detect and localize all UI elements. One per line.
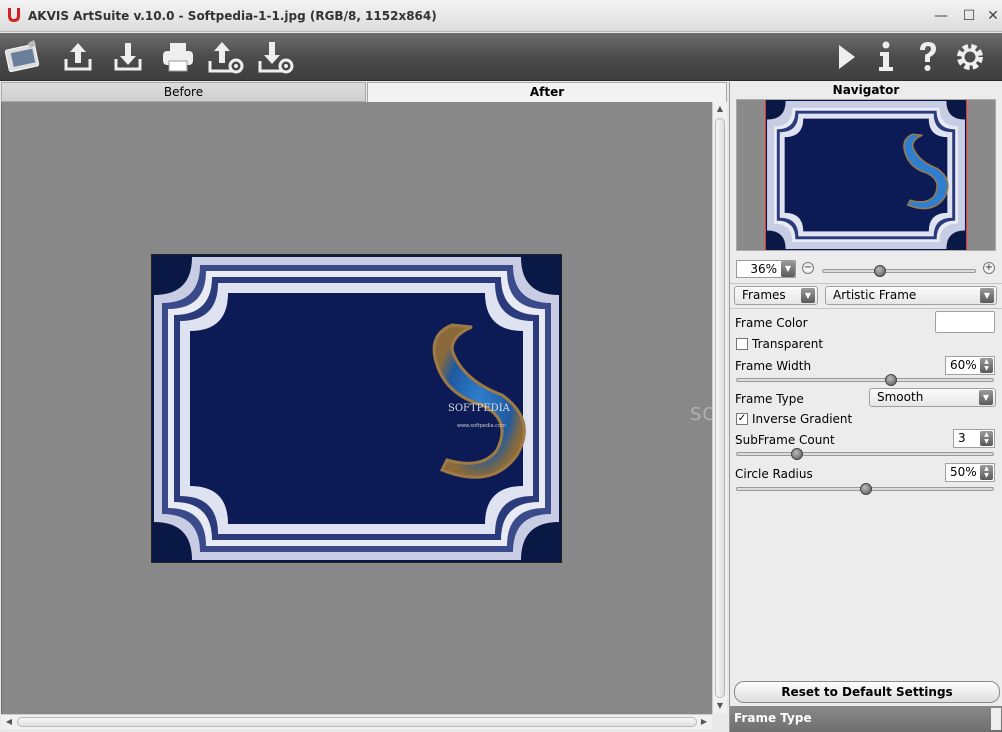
frame-width-label: Frame Width <box>735 359 812 373</box>
category-select-value: Frames <box>742 288 786 302</box>
frame-width-input[interactable]: 60% ▲ ▼ <box>945 356 995 375</box>
minimize-button[interactable]: — <box>930 6 952 26</box>
save-icon[interactable] <box>108 37 148 77</box>
frame-color-swatch[interactable] <box>935 311 995 333</box>
close-button[interactable]: ✕ <box>982 6 1002 26</box>
chevron-down-icon[interactable]: ▼ <box>980 288 994 303</box>
scroll-down-icon[interactable]: ▼ <box>713 700 727 712</box>
circle-radius-slider-knob[interactable] <box>860 483 872 495</box>
transparent-label: Transparent <box>752 337 824 351</box>
chevron-down-icon[interactable]: ▼ <box>979 390 993 405</box>
subframe-count-label: SubFrame Count <box>735 433 835 447</box>
frame-select[interactable]: Artistic Frame ▼ <box>825 286 997 305</box>
scroll-up-icon[interactable]: ▲ <box>713 103 727 115</box>
share-icon[interactable] <box>206 37 246 77</box>
image-brand-text: SOFTPEDIA <box>448 403 511 414</box>
inverse-gradient-label: Inverse Gradient <box>752 412 853 426</box>
subframe-count-value: 3 <box>958 431 966 445</box>
vertical-scroll-thumb[interactable] <box>715 118 725 698</box>
frame-select-value: Artistic Frame <box>833 288 917 302</box>
subframe-count-input[interactable]: 3 ▲ ▼ <box>953 429 995 448</box>
frame-type-select[interactable]: Smooth ▼ <box>869 388 996 407</box>
frame-type-value: Smooth <box>877 390 924 404</box>
help-icon[interactable] <box>908 37 948 77</box>
view-tabs: Before After <box>0 82 728 102</box>
zoom-slider[interactable] <box>822 265 976 277</box>
circle-radius-value: 50% <box>950 465 977 479</box>
category-select[interactable]: Frames ▼ <box>734 286 818 305</box>
vertical-scrollbar[interactable]: ▲ ▼ <box>712 102 727 714</box>
navigator-thumbnail <box>765 100 967 250</box>
spinner-icon[interactable]: ▲ ▼ <box>980 465 993 480</box>
info-icon[interactable] <box>866 37 906 77</box>
main-toolbar <box>0 33 1002 81</box>
run-icon[interactable] <box>826 37 866 77</box>
settings-panel: Navigator 36% ▼ − + Frames ▼ Artistic Fr… <box>729 82 1002 732</box>
navigator-title: Navigator <box>832 83 900 97</box>
horizontal-scroll-thumb[interactable] <box>17 717 697 727</box>
plugin-settings-icon[interactable] <box>256 37 296 77</box>
frame-width-slider[interactable] <box>736 374 994 386</box>
zoom-value: 36% <box>750 262 777 276</box>
preferences-icon[interactable] <box>950 37 990 77</box>
app-window: AKVIS ArtSuite v.10.0 - Softpedia-1-1.jp… <box>0 0 1002 732</box>
hint-title: Frame Type <box>730 706 1002 732</box>
tab-after[interactable]: After <box>367 82 727 102</box>
divider <box>730 308 1002 309</box>
print-icon[interactable] <box>158 37 198 77</box>
transparent-checkbox[interactable] <box>736 338 748 350</box>
chevron-down-icon[interactable]: ▼ <box>801 288 815 303</box>
zoom-slider-knob[interactable] <box>874 265 886 277</box>
reset-button[interactable]: Reset to Default Settings <box>734 681 1000 703</box>
zoom-out-icon[interactable]: − <box>802 262 814 274</box>
window-title: AKVIS ArtSuite v.10.0 - Softpedia-1-1.jp… <box>28 9 437 23</box>
frame-type-label: Frame Type <box>735 392 804 406</box>
inverse-gradient-checkbox[interactable]: ✓ <box>736 413 748 425</box>
open-icon[interactable] <box>58 37 98 77</box>
divider <box>730 283 1002 284</box>
akvis-logo-icon <box>8 8 20 22</box>
horizontal-scrollbar[interactable]: ◀ ▶ <box>1 714 712 729</box>
frame-width-value: 60% <box>950 358 977 372</box>
chevron-down-icon[interactable]: ▼ <box>781 261 795 277</box>
frame-color-label: Frame Color <box>735 316 808 330</box>
scroll-right-icon[interactable]: ▶ <box>697 716 711 728</box>
navigator-preview[interactable] <box>736 99 996 251</box>
zoom-dropdown[interactable]: 36% ▼ <box>736 260 796 278</box>
zoom-in-icon[interactable]: + <box>983 262 995 274</box>
spinner-icon[interactable]: ▲ ▼ <box>980 431 993 446</box>
circle-radius-slider[interactable] <box>736 483 994 495</box>
subframe-count-slider-knob[interactable] <box>791 448 803 460</box>
circle-radius-input[interactable]: 50% ▲ ▼ <box>945 463 995 482</box>
hint-scrollbar[interactable] <box>991 708 1001 730</box>
subframe-count-slider[interactable] <box>736 448 994 460</box>
home-icon[interactable] <box>4 37 44 77</box>
result-image: SOFTPEDIA www.softpedia.com <box>151 254 562 563</box>
hint-title-text: Frame Type <box>734 711 812 725</box>
maximize-button[interactable]: ☐ <box>958 6 980 26</box>
circle-radius-label: Circle Radius <box>735 467 813 481</box>
scroll-left-icon[interactable]: ◀ <box>2 716 16 728</box>
title-bar: AKVIS ArtSuite v.10.0 - Softpedia-1-1.jp… <box>0 0 1002 32</box>
spinner-icon[interactable]: ▲ ▼ <box>980 358 993 373</box>
tab-before[interactable]: Before <box>1 82 366 102</box>
image-url-text: www.softpedia.com <box>457 423 506 429</box>
frame-width-slider-knob[interactable] <box>885 374 897 386</box>
